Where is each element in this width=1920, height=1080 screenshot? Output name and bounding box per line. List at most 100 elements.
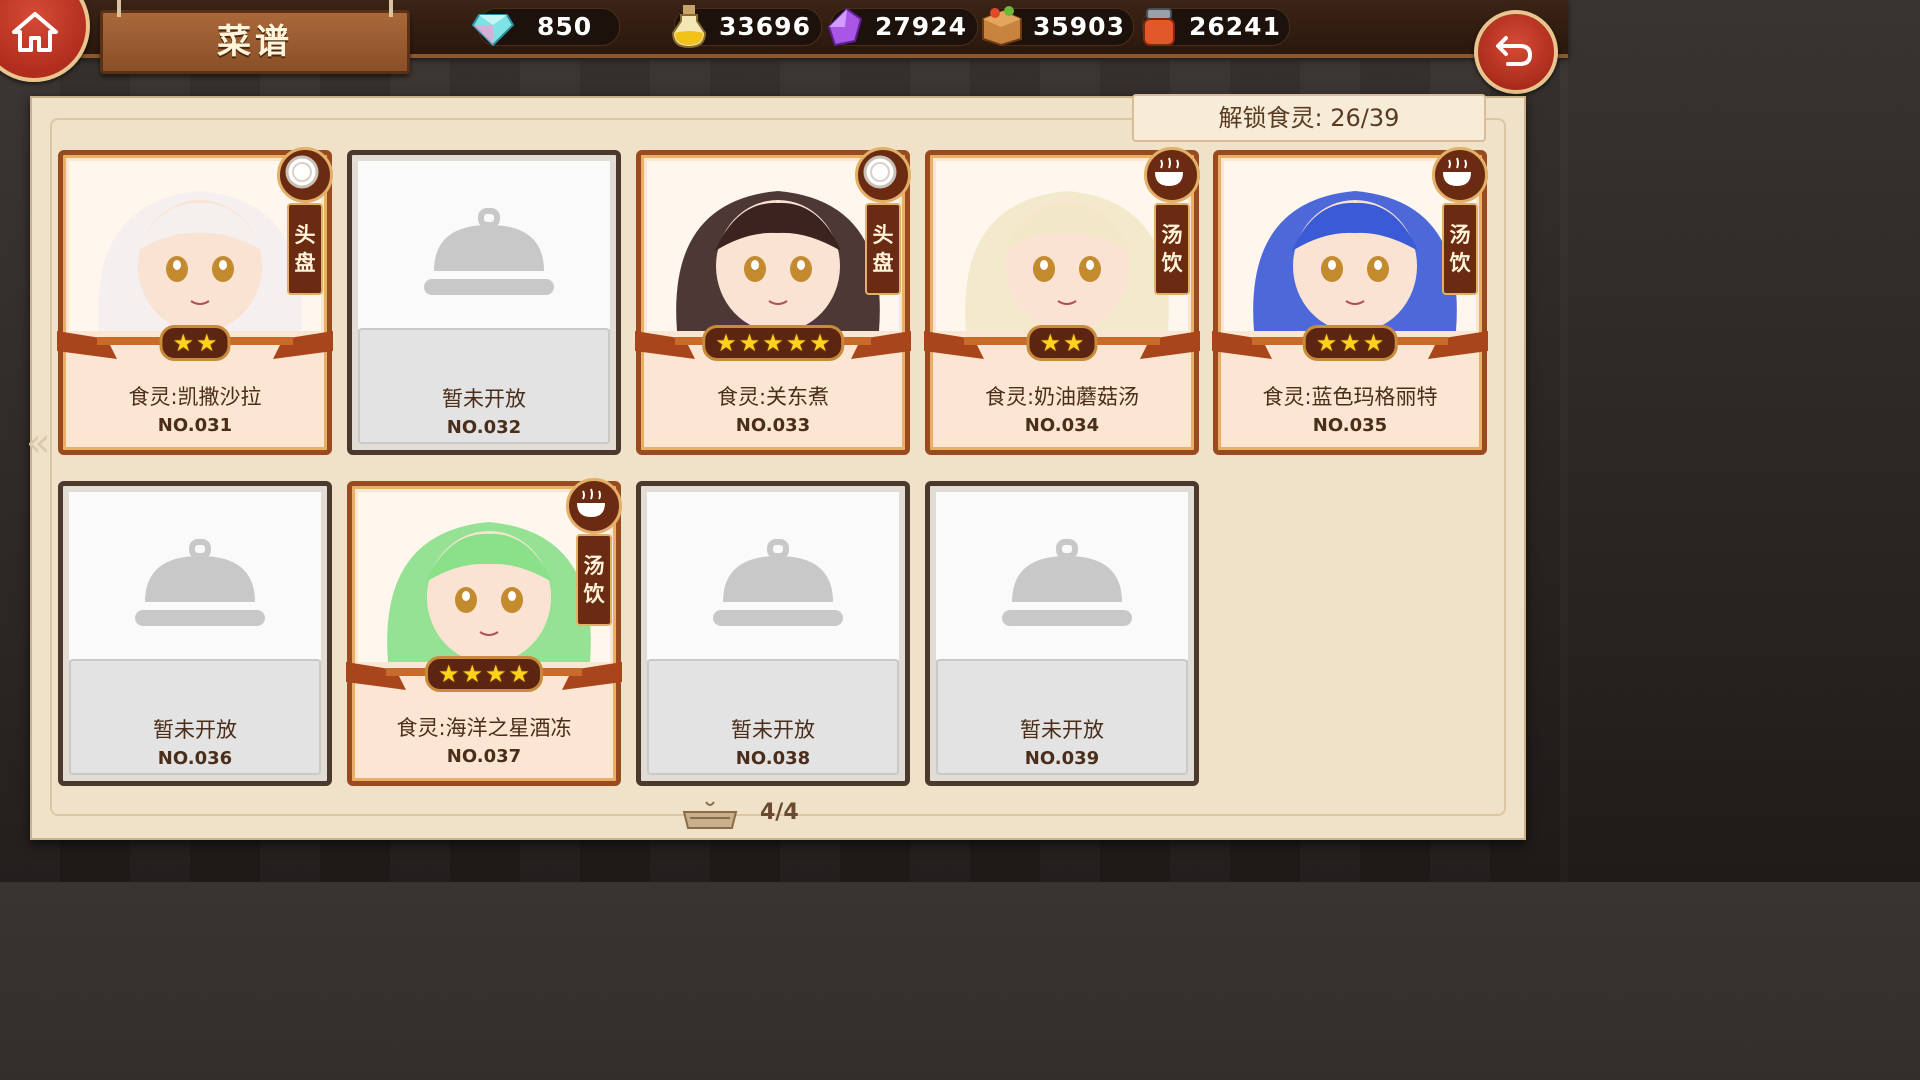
ingredient-crate-icon xyxy=(982,6,1022,47)
card-number: NO.031 xyxy=(157,415,233,436)
dish-type-tag: 头 盘 xyxy=(287,203,323,295)
prev-page-arrow-icon[interactable]: « xyxy=(26,420,50,466)
dish-type-tag: 汤 饮 xyxy=(1154,203,1190,295)
card-name: 暂未开放 xyxy=(153,718,237,742)
diamond-count: 850 xyxy=(537,12,593,41)
dish-type-tag: 头 盘 xyxy=(865,203,901,295)
resource-seasoning-jar[interactable]: 26241 xyxy=(1142,8,1290,46)
crystal-count: 27924 xyxy=(875,12,967,41)
dish-type-char: 盘 xyxy=(872,251,894,275)
card-name: 食灵:关东煮 xyxy=(716,385,830,409)
card-name: 食灵:奶油蘑菇汤 xyxy=(984,385,1140,409)
dish-type-tag: 汤 饮 xyxy=(576,534,612,626)
card-number: NO.033 xyxy=(735,415,811,436)
dish-type-char: 饮 xyxy=(1161,251,1183,275)
card-placeholder xyxy=(358,161,610,329)
purple-crystal-icon xyxy=(827,7,863,47)
back-button[interactable] xyxy=(1474,10,1558,94)
potion-count: 33696 xyxy=(719,12,811,41)
star-icon: ★ xyxy=(437,660,460,688)
cloche-icon xyxy=(424,208,554,295)
star-rating: ★ ★ xyxy=(1026,325,1098,361)
dish-type-badge xyxy=(566,478,622,534)
recipe-card[interactable]: 暂未开放 NO.032 xyxy=(347,150,621,455)
dish-type-tag: 汤 饮 xyxy=(1442,203,1478,295)
soup-bowl-icon xyxy=(1443,157,1471,186)
dish-type-badge xyxy=(1144,147,1200,203)
star-icon: ★ xyxy=(485,660,507,688)
card-number: NO.032 xyxy=(446,417,522,438)
crate-count: 35903 xyxy=(1033,12,1125,41)
star-icon: ★ xyxy=(1063,329,1085,357)
pot-icon xyxy=(682,801,738,829)
dish-type-char: 盘 xyxy=(294,251,316,275)
star-icon: ★ xyxy=(508,660,531,688)
cloche-icon xyxy=(135,539,265,626)
star-icon: ★ xyxy=(785,329,808,357)
recipe-card[interactable]: 暂未开放 NO.039 xyxy=(925,481,1199,786)
card-name: 暂未开放 xyxy=(731,718,815,742)
star-icon: ★ xyxy=(1315,329,1338,357)
card-number: NO.036 xyxy=(157,748,233,769)
home-icon xyxy=(12,12,58,52)
recipe-card[interactable]: 汤 饮 ★ ★ ★ 食灵:蓝色玛格丽特 NO.035 xyxy=(1212,147,1488,455)
page-title: 菜谱 xyxy=(217,22,293,62)
recipe-card[interactable]: 暂未开放 NO.036 xyxy=(58,481,332,786)
dish-type-char: 头 xyxy=(294,223,316,247)
dish-type-badge xyxy=(855,147,911,203)
star-rating: ★ ★ ★ ★ xyxy=(424,656,544,692)
seasoning-count: 26241 xyxy=(1189,12,1281,41)
star-icon: ★ xyxy=(738,329,761,357)
cloche-icon xyxy=(1002,539,1132,626)
dish-type-badge xyxy=(277,147,333,203)
card-number: NO.038 xyxy=(735,748,811,769)
star-icon: ★ xyxy=(172,329,194,357)
star-rating: ★ ★ ★ ★ ★ xyxy=(702,325,844,361)
recipe-card[interactable]: 头 盘 ★ ★ 食灵:凯撒沙拉 NO.031 xyxy=(57,147,333,455)
star-icon: ★ xyxy=(461,660,483,688)
card-number: NO.034 xyxy=(1024,415,1100,436)
dish-type-char: 汤 xyxy=(583,554,605,578)
plate-icon xyxy=(863,155,897,189)
card-number: NO.035 xyxy=(1312,415,1388,436)
resource-ingredient-crate[interactable]: 35903 xyxy=(982,6,1134,47)
recipe-card[interactable]: 头 盘 ★ ★ ★ ★ ★ 食灵:关东煮 NO.033 xyxy=(635,147,911,455)
card-name: 食灵:蓝色玛格丽特 xyxy=(1262,385,1438,409)
card-number: NO.039 xyxy=(1024,748,1100,769)
resource-potion[interactable]: 33696 xyxy=(671,5,822,49)
dish-type-char: 汤 xyxy=(1161,223,1183,247)
star-icon: ★ xyxy=(1362,329,1385,357)
dish-type-char: 饮 xyxy=(1449,251,1471,275)
card-name: 食灵:凯撒沙拉 xyxy=(128,385,262,409)
star-icon: ★ xyxy=(762,329,784,357)
dish-type-badge xyxy=(1432,147,1488,203)
seasoning-jar-icon xyxy=(1143,8,1175,46)
dish-type-char: 饮 xyxy=(583,582,605,606)
card-name: 暂未开放 xyxy=(1020,718,1104,742)
card-placeholder xyxy=(936,492,1188,660)
card-name: 食灵:海洋之星酒冻 xyxy=(396,716,572,740)
potion-icon xyxy=(671,5,707,49)
card-number: NO.037 xyxy=(446,746,522,767)
recipe-card[interactable]: 汤 饮 ★ ★ ★ ★ 食灵:海洋之星酒冻 NO.037 xyxy=(346,478,622,786)
unlock-counter: 解锁食灵: 26/39 xyxy=(1132,94,1486,142)
star-icon: ★ xyxy=(809,329,831,357)
recipe-card[interactable]: 暂未开放 NO.038 xyxy=(636,481,910,786)
soup-bowl-icon xyxy=(577,488,605,517)
star-rating: ★ ★ xyxy=(159,325,231,361)
star-rating: ★ ★ ★ xyxy=(1302,325,1398,361)
page-indicator: 4/4 xyxy=(760,800,799,825)
cloche-icon xyxy=(713,539,843,626)
card-name: 暂未开放 xyxy=(442,387,526,411)
recipe-card[interactable]: 汤 饮 ★ ★ 食灵:奶油蘑菇汤 NO.034 xyxy=(924,147,1200,455)
dish-type-char: 头 xyxy=(872,223,894,247)
resource-purple-crystal[interactable]: 27924 xyxy=(827,7,978,47)
dish-type-char: 汤 xyxy=(1449,223,1471,247)
resource-diamond[interactable]: 850 xyxy=(471,8,620,47)
star-icon: ★ xyxy=(196,329,218,357)
diamond-icon xyxy=(471,14,515,47)
title-plank: 菜谱 xyxy=(100,0,410,74)
star-icon: ★ xyxy=(715,329,737,357)
star-icon: ★ xyxy=(1039,329,1061,357)
card-placeholder xyxy=(647,492,899,660)
